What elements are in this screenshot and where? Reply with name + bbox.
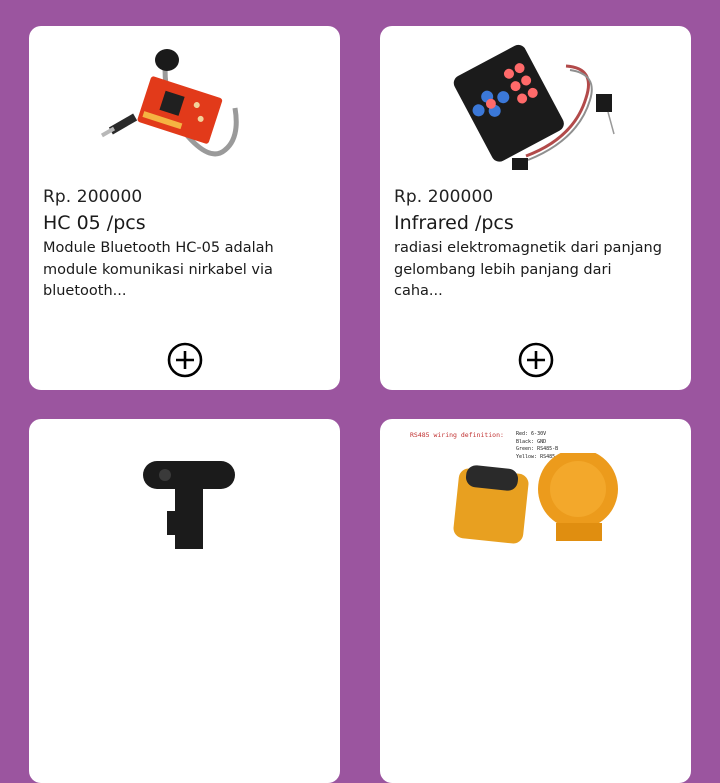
plus-circle-icon [167, 342, 202, 378]
product-name: HC 05 /pcs [43, 212, 146, 234]
product-card-proximity-sensor[interactable]: RS485 wiring definition: Red: 6-30V Blac… [380, 419, 691, 783]
product-description: Module Bluetooth HC-05 adalah module kom… [43, 238, 313, 303]
add-to-cart-button[interactable] [167, 342, 203, 378]
wiring-line: Black: GND [516, 438, 547, 445]
product-description-line: bluetooth... [43, 283, 127, 299]
image-caption: RS485 wiring definition: [410, 431, 504, 439]
product-description-line: Module Bluetooth HC-05 adalah [43, 240, 274, 256]
product-description: radiasi elektromagnetik dari panjang gel… [394, 238, 664, 303]
product-image-infrared [446, 38, 626, 184]
product-price: Rp. 200000 [394, 187, 494, 207]
wiring-line: Red: 6-30V [516, 431, 547, 437]
plus-circle-icon [518, 342, 553, 378]
product-card-hc05[interactable]: Rp. 200000 HC 05 /pcs Module Bluetooth H… [29, 26, 340, 390]
product-name: Infrared /pcs [394, 212, 514, 234]
product-description-line: gelombang lebih panjang dari caha... [394, 261, 612, 300]
product-card-webcam[interactable] [29, 419, 340, 783]
product-description-line: module komunikasi nirkabel via [43, 261, 273, 278]
add-to-cart-button[interactable] [518, 342, 554, 378]
product-image-webcam [95, 431, 275, 577]
product-card-infrared[interactable]: Rp. 200000 Infrared /pcs radiasi elektro… [380, 26, 691, 390]
product-image-hc05 [95, 38, 275, 184]
product-price: Rp. 200000 [43, 187, 143, 207]
product-description-line: radiasi elektromagnetik dari panjang [394, 240, 662, 256]
product-image-proximity-sensor [446, 453, 626, 599]
